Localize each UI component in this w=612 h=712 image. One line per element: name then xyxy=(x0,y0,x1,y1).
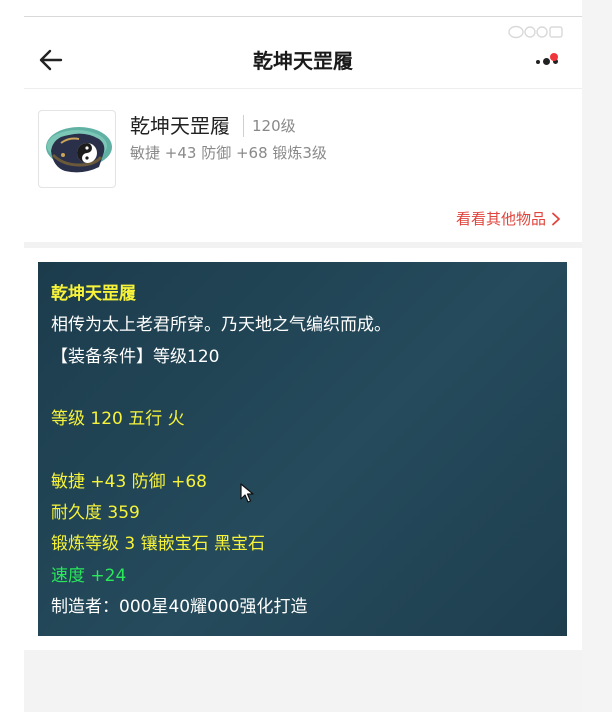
tooltip-speed: 速度 +24 xyxy=(51,565,127,586)
watermark-logo-icon xyxy=(508,25,563,39)
tooltip-spacer xyxy=(51,373,567,404)
shoe-item-icon xyxy=(38,110,116,188)
item-name: 乾坤天罡履 xyxy=(130,114,230,138)
chevron-right-icon xyxy=(552,212,560,226)
tooltip-attributes: 敏捷 +43 防御 +68 xyxy=(51,471,207,492)
page: 乾坤天罡履 乾坤天罡履 120级 敏捷 +43 防御 +68 锻炼3级 看看其他… xyxy=(0,0,612,712)
tooltip-durability: 耐久度 359 xyxy=(51,503,140,524)
top-nav-bar: 乾坤天罡履 xyxy=(24,17,582,89)
right-side-strip xyxy=(582,0,612,712)
item-summary-card: 乾坤天罡履 120级 敏捷 +43 防御 +68 锻炼3级 看看其他物品 xyxy=(24,90,582,242)
more-dots-icon xyxy=(536,60,540,64)
more-options-button[interactable] xyxy=(530,47,566,75)
view-other-items-label: 看看其他物品 xyxy=(455,210,546,228)
item-detail-tooltip: 乾坤天罡履 相传为太上老君所穿。乃天地之气编织而成。 【装备条件】等级120 等… xyxy=(38,262,567,636)
page-title: 乾坤天罡履 xyxy=(253,49,353,73)
tooltip-maker: 制造者：000星40耀000强化打造 xyxy=(51,596,308,617)
view-other-items-link[interactable]: 看看其他物品 xyxy=(456,208,562,230)
tooltip-forging: 锻炼等级 3 镶嵌宝石 黑宝石 xyxy=(51,534,266,555)
mouse-cursor-icon xyxy=(240,483,254,503)
more-dot-center xyxy=(543,58,550,65)
item-level: 120级 xyxy=(243,115,296,137)
notification-dot xyxy=(550,53,558,61)
tooltip-level-element: 等级 120 五行 火 xyxy=(51,409,185,430)
tooltip-spacer xyxy=(51,435,567,466)
bottom-content-area xyxy=(24,650,582,712)
item-stats: 敏捷 +43 防御 +68 锻炼3级 xyxy=(130,144,327,162)
tooltip-requirement: 【装备条件】等级120 xyxy=(51,346,220,367)
tooltip-item-name: 乾坤天罡履 xyxy=(51,284,136,304)
tooltip-description: 相传为太上老君所穿。乃天地之气编织而成。 xyxy=(51,315,391,336)
section-divider xyxy=(24,242,582,248)
